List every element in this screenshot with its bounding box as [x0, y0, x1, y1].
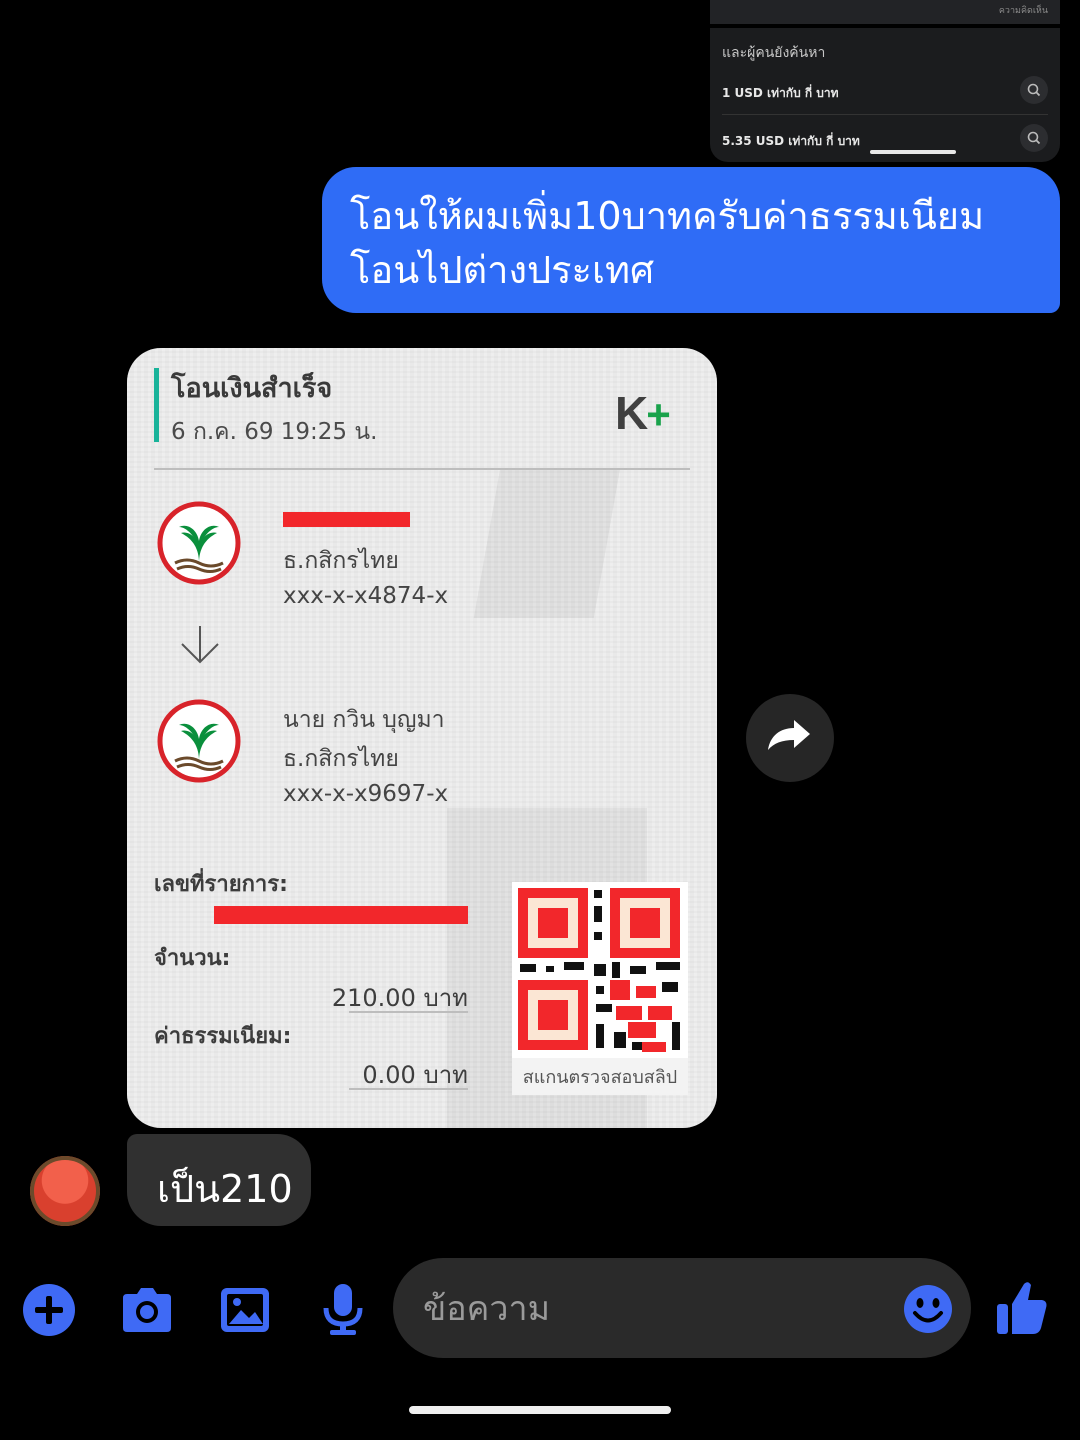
- redacted-transaction-id: [214, 906, 468, 924]
- slip-datetime: 6 ก.ค. 69 19:25 น.: [171, 419, 378, 445]
- kbank-logo-icon: [157, 501, 241, 585]
- gallery-button[interactable]: [217, 1282, 273, 1338]
- outgoing-message-bubble[interactable]: โอนให้ผมเพิ่ม10บาทครับค่าธรรมเนียมโอนไปต…: [322, 167, 1060, 313]
- camera-icon: [123, 1288, 171, 1332]
- receiver-bank: ธ.กสิกรไทย: [283, 746, 399, 772]
- message-composer[interactable]: [393, 1258, 971, 1358]
- search-suggestion: 5.35 USD เท่ากับ กี่ บาท: [722, 124, 1048, 160]
- shared-screenshot[interactable]: ความคิดเห็น และผู้คนยังค้นหา 1 USD เท่าก…: [710, 0, 1060, 162]
- qr-code: [512, 882, 688, 1058]
- like-button[interactable]: [994, 1278, 1050, 1338]
- fee-label: ค่าธรรมเนียม:: [154, 1024, 292, 1049]
- search-suggestion-text: 1 USD เท่ากับ กี่ บาท: [722, 86, 839, 100]
- screenshot-strip-text: ความคิดเห็น: [998, 6, 1048, 16]
- share-arrow-icon: [768, 720, 810, 750]
- divider: [722, 114, 1048, 115]
- kplus-logo-plus: +: [646, 391, 670, 438]
- search-suggestion-text: 5.35 USD เท่ากับ กี่ บาท: [722, 134, 860, 148]
- home-indicator: [870, 150, 956, 154]
- microphone-icon: [323, 1284, 363, 1335]
- kbank-logo-icon: [157, 699, 241, 783]
- sender-bank: ธ.กสิกรไทย: [283, 548, 399, 574]
- emoji-icon[interactable]: [903, 1284, 953, 1334]
- avatar[interactable]: [30, 1156, 100, 1226]
- incoming-message-bubble[interactable]: เป็น210: [127, 1134, 311, 1226]
- qr-caption: สแกนตรวจสอบสลิป: [512, 1058, 688, 1095]
- amount-label: จำนวน:: [154, 946, 231, 971]
- related-searches-heading: และผู้คนยังค้นหา: [722, 45, 826, 61]
- kplus-logo-k: K: [615, 387, 648, 439]
- search-suggestion: 1 USD เท่ากับ กี่ บาท: [722, 76, 1048, 112]
- slip-header-divider: [154, 468, 690, 470]
- voice-button[interactable]: [315, 1282, 371, 1338]
- receiver-name: นาย กวิน บุญมา: [283, 707, 445, 733]
- redacted-sender-name: [283, 512, 410, 527]
- plus-icon: [23, 1284, 75, 1336]
- image-icon: [221, 1288, 269, 1332]
- transaction-id-label: เลขที่รายการ:: [154, 872, 288, 897]
- sender-account: xxx-x-x4874-x: [283, 583, 449, 609]
- arrow-down-icon: [181, 626, 219, 664]
- message-input[interactable]: [421, 1278, 895, 1340]
- transfer-slip-image[interactable]: โอนเงินสำเร็จ 6 ก.ค. 69 19:25 น. K+ ธ.กส…: [127, 348, 717, 1128]
- camera-button[interactable]: [119, 1282, 175, 1338]
- add-button[interactable]: [21, 1282, 77, 1338]
- receiver-account: xxx-x-x9697-x: [283, 781, 449, 807]
- screenshot-header-strip: ความคิดเห็น: [710, 0, 1060, 28]
- avatar-ring: [30, 1156, 100, 1226]
- forward-button[interactable]: [746, 694, 834, 782]
- slip-title: โอนเงินสำเร็จ: [171, 373, 333, 404]
- kplus-logo: K+: [615, 386, 671, 440]
- incoming-message-text: เป็น210: [157, 1167, 293, 1211]
- outgoing-message-text: โอนให้ผมเพิ่ม10บาทครับค่าธรรมเนียมโอนไปต…: [350, 194, 985, 292]
- thumbs-up-icon: [997, 1282, 1047, 1334]
- fee-underline: [349, 1088, 468, 1090]
- amount-underline: [349, 1011, 468, 1013]
- home-indicator: [409, 1406, 671, 1414]
- search-icon: [1020, 124, 1048, 152]
- slip-accent-bar: [154, 368, 159, 442]
- search-icon: [1020, 76, 1048, 104]
